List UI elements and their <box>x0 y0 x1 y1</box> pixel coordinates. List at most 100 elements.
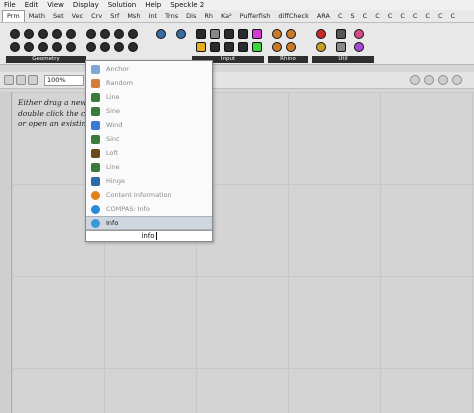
wire-preview-icon[interactable] <box>438 75 448 85</box>
button-icon[interactable] <box>238 29 248 39</box>
line-icon <box>91 92 100 102</box>
digit-scroller-icon[interactable] <box>238 42 248 52</box>
menu-solution[interactable]: Solution <box>108 0 137 10</box>
arc-param-icon[interactable] <box>52 29 62 39</box>
relay-icon[interactable] <box>336 42 346 52</box>
rhino-block-icon[interactable] <box>286 42 296 52</box>
result-line-2[interactable]: Line <box>86 160 212 174</box>
tab-c-2[interactable]: C <box>359 11 372 22</box>
sine-icon <box>91 106 100 116</box>
tab-c-9[interactable]: C <box>447 11 460 22</box>
tab-pufferfish[interactable]: Pufferfish <box>236 11 275 22</box>
tab-diffcheck[interactable]: diffCheck <box>274 11 312 22</box>
point-param-icon[interactable] <box>86 29 96 39</box>
preview-icon[interactable] <box>410 75 420 85</box>
text-param-icon[interactable] <box>114 42 124 52</box>
curve-param-icon[interactable] <box>66 29 76 39</box>
integer-param-icon[interactable] <box>114 29 124 39</box>
rhino-object-icon[interactable] <box>272 42 282 52</box>
component-search-input[interactable]: info <box>86 230 212 241</box>
tab-c-8[interactable]: C <box>434 11 447 22</box>
tab-ara[interactable]: ARA <box>313 11 334 22</box>
shaded-preview-icon[interactable] <box>424 75 434 85</box>
plane-param-icon[interactable] <box>100 29 110 39</box>
tab-mesh[interactable]: Msh <box>123 11 144 22</box>
graph-mapper-icon[interactable] <box>196 42 206 52</box>
menu-help[interactable]: Help <box>145 0 161 10</box>
grasshopper-canvas[interactable] <box>12 92 474 413</box>
result-anchor[interactable]: Anchor <box>86 62 212 76</box>
result-label: Random <box>106 79 133 87</box>
vector-param-icon[interactable] <box>86 42 96 52</box>
open-file-icon[interactable] <box>4 75 14 85</box>
tab-surface[interactable]: Srf <box>106 11 123 22</box>
arrow-right-icon[interactable] <box>336 29 346 39</box>
tab-sets[interactable]: Set <box>49 11 68 22</box>
panel-icon[interactable] <box>196 29 206 39</box>
brep-param-icon[interactable] <box>24 29 34 39</box>
circle-param-icon[interactable] <box>38 29 48 39</box>
tab-rhino[interactable]: Rh <box>200 11 217 22</box>
number-param-icon[interactable] <box>128 29 138 39</box>
save-file-icon[interactable] <box>16 75 26 85</box>
value-list-icon[interactable] <box>210 42 220 52</box>
menu-speckle[interactable]: Speckle 2 <box>170 0 204 10</box>
result-info-selected[interactable]: Info <box>86 216 212 230</box>
menu-edit[interactable]: Edit <box>25 0 39 10</box>
tab-intersect[interactable]: Int <box>144 11 161 22</box>
toggle-icon[interactable] <box>224 29 234 39</box>
cherry-icon[interactable] <box>316 29 326 39</box>
jump-icon[interactable] <box>354 29 364 39</box>
tab-transform[interactable]: Trns <box>161 11 182 22</box>
result-content-information[interactable]: Content Information <box>86 188 212 202</box>
result-sinc[interactable]: Sinc <box>86 132 212 146</box>
menu-display[interactable]: Display <box>73 0 99 10</box>
mesh-param-icon[interactable] <box>66 42 76 52</box>
result-label: Loft <box>106 149 119 157</box>
tab-vector[interactable]: Vec <box>68 11 88 22</box>
info-icon <box>91 190 100 200</box>
time-param-icon[interactable] <box>128 42 138 52</box>
tab-c-7[interactable]: C <box>421 11 434 22</box>
sphere-param-icon[interactable] <box>156 29 166 39</box>
rhino-geometry-icon[interactable] <box>272 29 282 39</box>
result-hinge[interactable]: Hinge <box>86 174 212 188</box>
tab-curve[interactable]: Crv <box>87 11 106 22</box>
geometry-param-icon[interactable] <box>24 42 34 52</box>
ribbon-panel-util: Util <box>312 25 374 63</box>
gradient-icon[interactable] <box>252 29 262 39</box>
group-param-icon[interactable] <box>38 42 48 52</box>
colour-swatch-icon[interactable] <box>224 42 234 52</box>
result-wind[interactable]: Wind <box>86 118 212 132</box>
zoom-level-input[interactable]: 100% <box>44 75 84 86</box>
menu-view[interactable]: View <box>47 0 64 10</box>
line-param-icon[interactable] <box>52 42 62 52</box>
result-line[interactable]: Line <box>86 90 212 104</box>
tab-display[interactable]: Dis <box>182 11 200 22</box>
cluster-icon[interactable] <box>316 42 326 52</box>
selected-preview-icon[interactable] <box>452 75 462 85</box>
box-param-icon[interactable] <box>10 29 20 39</box>
potion-icon[interactable] <box>354 42 364 52</box>
tab-c-3[interactable]: C <box>371 11 384 22</box>
colour-wheel-icon[interactable] <box>252 42 262 52</box>
tab-c-4[interactable]: C <box>384 11 397 22</box>
tab-c-5[interactable]: C <box>396 11 409 22</box>
tab-s[interactable]: S <box>347 11 359 22</box>
field-param-icon[interactable] <box>10 42 20 52</box>
tab-c-6[interactable]: C <box>409 11 422 22</box>
tab-kangaroo[interactable]: Ka² <box>217 11 236 22</box>
result-loft[interactable]: Loft <box>86 146 212 160</box>
zoom-extents-icon[interactable] <box>28 75 38 85</box>
rhino-layer-icon[interactable] <box>286 29 296 39</box>
slider-icon[interactable] <box>210 29 220 39</box>
tab-c[interactable]: C <box>334 11 347 22</box>
result-compas-info[interactable]: COMPAS: Info <box>86 202 212 216</box>
surface-param-icon[interactable] <box>100 42 110 52</box>
result-sine[interactable]: Sine <box>86 104 212 118</box>
menu-file[interactable]: File <box>4 0 16 10</box>
tab-params[interactable]: Prm <box>2 10 25 22</box>
result-random[interactable]: Random <box>86 76 212 90</box>
network-param-icon[interactable] <box>176 29 186 39</box>
tab-maths[interactable]: Math <box>25 11 49 22</box>
